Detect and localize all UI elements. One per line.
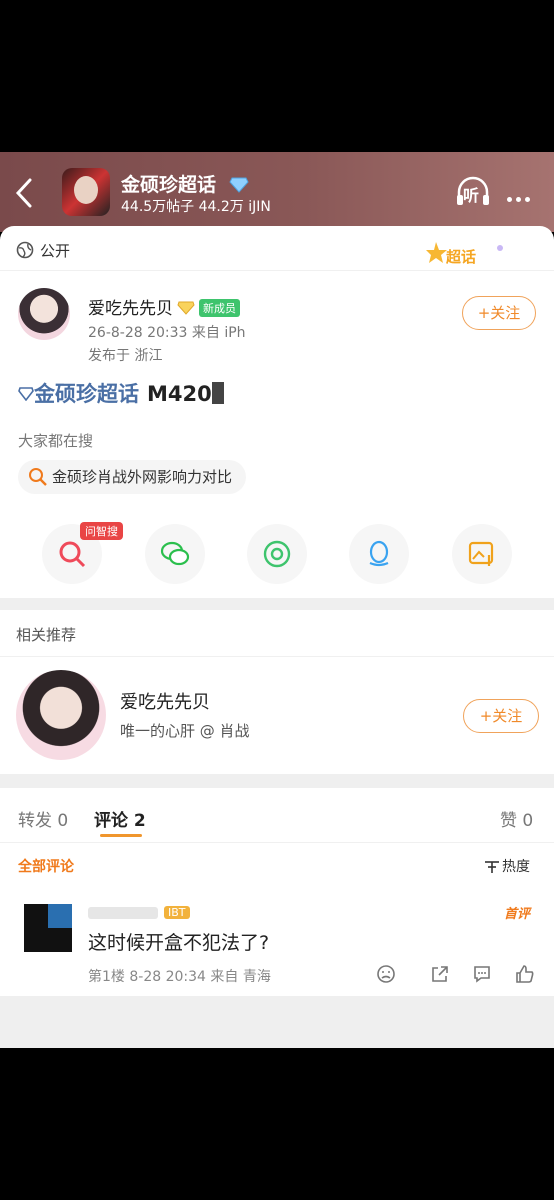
comment-meta: 第1楼 8-28 20:34 来自 青海 <box>88 969 271 985</box>
status-area-top <box>0 0 554 152</box>
share-moments-button[interactable] <box>247 524 307 584</box>
share-wechat-button[interactable] <box>145 524 205 584</box>
image-download-icon <box>468 541 494 566</box>
tab-repost[interactable]: 转发 0 <box>18 806 68 831</box>
listen-button[interactable]: 听 <box>455 176 491 208</box>
back-icon[interactable] <box>14 176 34 210</box>
search-suggestion[interactable]: 金硕珍肖战外网影响力对比 <box>18 460 247 494</box>
comment-share-button[interactable] <box>430 964 450 988</box>
more-icon[interactable] <box>507 187 534 206</box>
smart-search-tag: 问智搜 <box>80 522 123 540</box>
tab-comment[interactable]: 评论 2 <box>94 806 146 831</box>
new-member-badge: 新成员 <box>199 299 240 317</box>
comment-section <box>0 788 554 996</box>
author-name[interactable]: 爱吃先先贝 新成员 <box>88 294 240 319</box>
post-date: 26-8-28 20:33 来自 iPh <box>88 325 246 341</box>
dislike-button[interactable] <box>376 964 396 988</box>
blur-mask <box>211 382 224 404</box>
moments-icon <box>263 540 291 568</box>
search-hot-icon <box>29 468 47 486</box>
active-tab-indicator <box>100 834 142 837</box>
topic-stats: 44.5万帖子 44.2万 iJIN <box>121 199 271 215</box>
sort-hot-button[interactable]: 热度 <box>484 856 530 876</box>
thumb-up-icon <box>516 965 534 983</box>
visibility-label: 公开 <box>16 240 70 261</box>
status-area-bottom <box>0 1048 554 1200</box>
fan-badge: IBT <box>164 906 190 919</box>
commenter-name[interactable]: IBT <box>88 902 248 920</box>
diamond-icon <box>229 176 249 198</box>
share-icon <box>432 966 448 982</box>
divider <box>0 270 554 271</box>
post-topic[interactable]: 金硕珍超话 M420 <box>18 378 224 408</box>
topic-title: 金硕珍超话 <box>121 170 249 198</box>
related-name[interactable]: 爱吃先先贝 <box>120 688 210 714</box>
tab-like[interactable]: 赞 0 <box>500 806 533 831</box>
page-bottom <box>0 996 554 1048</box>
related-heading: 相关推荐 <box>16 626 77 644</box>
share-qq-button[interactable] <box>349 524 409 584</box>
sad-face-icon <box>377 965 395 983</box>
related-follow-button[interactable]: +关注 <box>463 699 539 733</box>
diamond-icon <box>18 387 34 402</box>
related-desc: 唯一的心肝 @ 肖战 <box>120 722 250 740</box>
post-text: M420 <box>147 382 224 406</box>
comment-text: 这时候开盒不犯法了? <box>88 932 270 954</box>
vip-icon <box>177 300 195 315</box>
wechat-icon <box>160 541 190 566</box>
post-location: 发布于 浙江 <box>88 348 163 364</box>
first-comment-tag: 首评 <box>504 907 531 922</box>
globe-icon <box>16 241 34 259</box>
qq-icon <box>369 540 389 567</box>
supertopic-corner-badge: 超话 <box>426 240 508 274</box>
blurred-username <box>88 906 158 919</box>
author-avatar[interactable] <box>18 288 70 340</box>
ai-search-icon <box>59 541 86 568</box>
follow-button[interactable]: +关注 <box>462 296 536 330</box>
sort-icon <box>485 861 499 873</box>
comment-icon <box>474 966 490 983</box>
topic-avatar[interactable] <box>62 168 110 216</box>
commenter-avatar[interactable] <box>24 904 72 952</box>
save-image-button[interactable] <box>452 524 512 584</box>
reply-button[interactable] <box>472 964 492 988</box>
section-gap <box>0 774 554 788</box>
all-comments-filter[interactable]: 全部评论 <box>18 856 74 876</box>
related-avatar[interactable] <box>16 670 106 760</box>
section-gap <box>0 598 554 610</box>
search-heading: 大家都在搜 <box>18 432 94 450</box>
divider <box>0 842 554 843</box>
divider <box>0 656 554 657</box>
like-button[interactable] <box>515 964 535 988</box>
